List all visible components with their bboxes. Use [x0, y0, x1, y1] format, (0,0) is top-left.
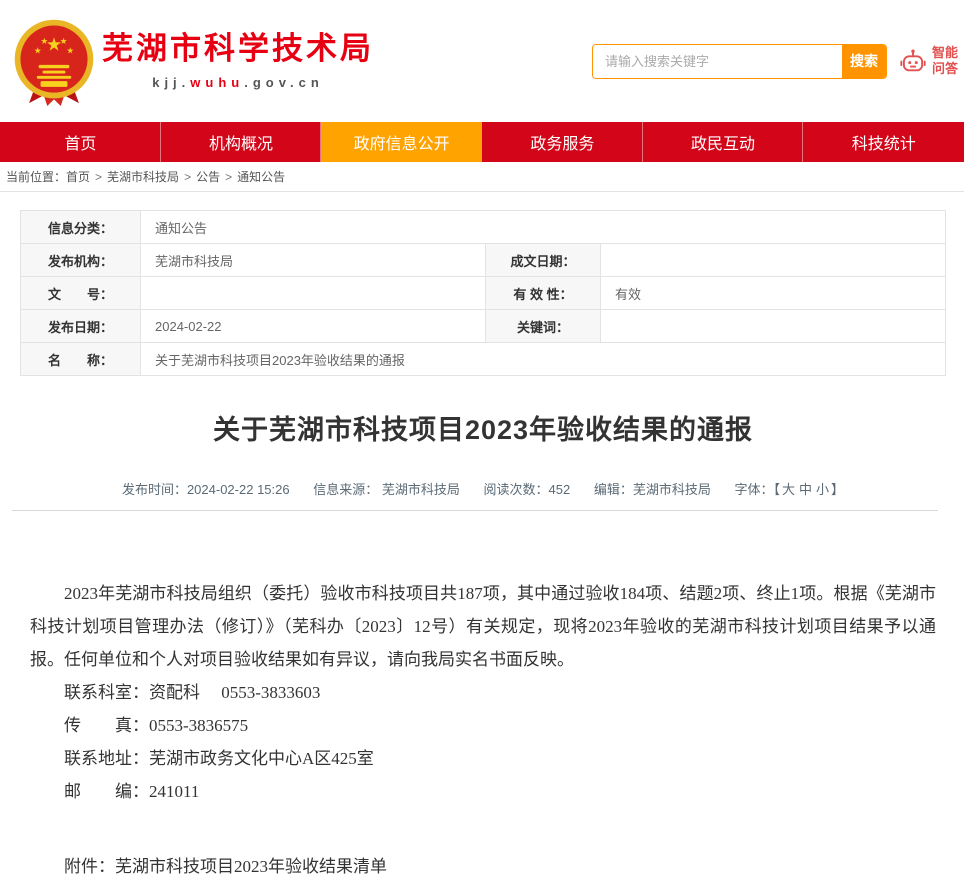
info-value-keywords: [601, 310, 946, 343]
robot-icon: [899, 47, 927, 75]
smart-qa-label: 智能 问答: [932, 45, 958, 78]
table-row: 发布机构： 芜湖市科技局 成文日期：: [21, 244, 946, 277]
publish-time: 发布时间：2024-02-22 15:26: [122, 482, 290, 497]
site-url-mid: wuhu: [190, 75, 244, 90]
document-info-table: 信息分类： 通知公告 发布机构： 芜湖市科技局 成文日期： 文 号： 有 效 性…: [20, 210, 946, 376]
breadcrumb: 当前位置： 首页 > 芜湖市科技局 > 公告 > 通知公告: [0, 162, 964, 192]
svg-text:★: ★: [34, 45, 42, 55]
breadcrumb-prefix: 当前位置：: [6, 168, 66, 185]
info-label-title: 名 称：: [21, 343, 141, 376]
search-button[interactable]: 搜索: [842, 45, 886, 78]
smart-qa-entry[interactable]: 智能 问答: [899, 45, 958, 78]
info-value-doc-number: [141, 277, 486, 310]
nav-item-gov-info-disclosure[interactable]: 政府信息公开: [321, 122, 482, 162]
svg-text:★: ★: [66, 45, 74, 55]
nav-item-public-interaction[interactable]: 政民互动: [643, 122, 804, 162]
site-logo-link[interactable]: ★ ★ ★ ★ ★ 芜湖市科学技术局 kjj.wuhu.gov.cn: [8, 15, 374, 107]
view-count: 阅读次数：452: [483, 482, 570, 497]
info-label-publish-date: 发布日期：: [21, 310, 141, 343]
article-paragraph: 2023年芜湖市科技局组织（委托）验收市科技项目共187项，其中通过验收184项…: [30, 577, 936, 676]
info-source: 信息来源： 芜湖市科技局: [313, 482, 460, 497]
info-value-publish-date: 2024-02-22: [141, 310, 486, 343]
article-meta: 发布时间：2024-02-22 15:26 信息来源： 芜湖市科技局 阅读次数：…: [20, 479, 946, 498]
info-value-written-date: [601, 244, 946, 277]
info-label-doc-number: 文 号：: [21, 277, 141, 310]
editor: 编辑：芜湖市科技局: [594, 482, 711, 497]
info-value-title: 关于芜湖市科技项目2023年验收结果的通报: [141, 343, 946, 376]
info-value-issuing-agency: 芜湖市科技局: [141, 244, 486, 277]
font-size-large-button[interactable]: 大: [782, 482, 795, 497]
table-row: 信息分类： 通知公告: [21, 211, 946, 244]
svg-text:★: ★: [41, 36, 49, 46]
main-nav: 首页 机构概况 政府信息公开 政务服务 政民互动 科技统计: [0, 122, 964, 162]
postal-code-line: 邮 编：241011: [30, 775, 936, 808]
site-title: 芜湖市科学技术局: [102, 32, 374, 66]
search-area: 搜索 智能 问答: [592, 44, 960, 79]
smart-qa-line1: 智能: [932, 45, 958, 61]
font-size-suffix: 】: [831, 482, 844, 497]
site-url: kjj.wuhu.gov.cn: [102, 75, 374, 90]
search-input[interactable]: [593, 45, 842, 78]
nav-item-home[interactable]: 首页: [0, 122, 161, 162]
article-page: 信息分类： 通知公告 发布机构： 芜湖市科技局 成文日期： 文 号： 有 效 性…: [20, 210, 946, 883]
breadcrumb-separator: >: [184, 170, 191, 184]
breadcrumb-home[interactable]: 首页: [66, 168, 90, 185]
svg-text:★: ★: [60, 36, 68, 46]
info-label-validity: 有 效 性：: [486, 277, 601, 310]
brand-text: 芜湖市科学技术局 kjj.wuhu.gov.cn: [102, 32, 374, 89]
font-size-small-button[interactable]: 小: [816, 482, 829, 497]
font-size-medium-button[interactable]: 中: [799, 482, 812, 497]
info-label-written-date: 成文日期：: [486, 244, 601, 277]
search-box: 搜索: [592, 44, 887, 79]
site-header: ★ ★ ★ ★ ★ 芜湖市科学技术局 kjj.wuhu.gov.cn 搜索: [0, 0, 964, 122]
meta-divider: [12, 510, 938, 511]
article-title: 关于芜湖市科技项目2023年验收结果的通报: [20, 408, 946, 447]
info-value-validity: 有效: [601, 277, 946, 310]
info-label-category: 信息分类：: [21, 211, 141, 244]
table-row: 名 称： 关于芜湖市科技项目2023年验收结果的通报: [21, 343, 946, 376]
contact-address-line: 联系地址：芜湖市政务文化中心A区425室: [30, 742, 936, 775]
national-emblem-icon: ★ ★ ★ ★ ★: [8, 15, 100, 107]
nav-item-gov-services[interactable]: 政务服务: [482, 122, 643, 162]
info-value-category: 通知公告: [141, 211, 946, 244]
contact-office-line: 联系科室：资配科 0553-3833603: [30, 676, 936, 709]
breadcrumb-notices[interactable]: 通知公告: [237, 168, 285, 185]
nav-item-tech-statistics[interactable]: 科技统计: [803, 122, 964, 162]
breadcrumb-announcements[interactable]: 公告: [196, 168, 220, 185]
table-row: 发布日期： 2024-02-22 关键词：: [21, 310, 946, 343]
info-label-issuing-agency: 发布机构：: [21, 244, 141, 277]
info-label-keywords: 关键词：: [486, 310, 601, 343]
font-size-prefix: 字体：【: [734, 482, 780, 497]
breadcrumb-separator: >: [95, 170, 102, 184]
site-url-post: .gov.cn: [244, 75, 324, 90]
fax-line: 传 真：0553-3836575: [30, 709, 936, 742]
smart-qa-line2: 问答: [932, 61, 958, 77]
font-size-control: 字体：【大中小】: [734, 482, 844, 497]
breadcrumb-separator: >: [225, 170, 232, 184]
breadcrumb-bureau[interactable]: 芜湖市科技局: [107, 168, 179, 185]
table-row: 文 号： 有 效 性： 有效: [21, 277, 946, 310]
nav-item-org-overview[interactable]: 机构概况: [161, 122, 322, 162]
site-url-pre: kjj.: [152, 75, 190, 90]
article-body: 2023年芜湖市科技局组织（委托）验收市科技项目共187项，其中通过验收184项…: [20, 577, 946, 883]
